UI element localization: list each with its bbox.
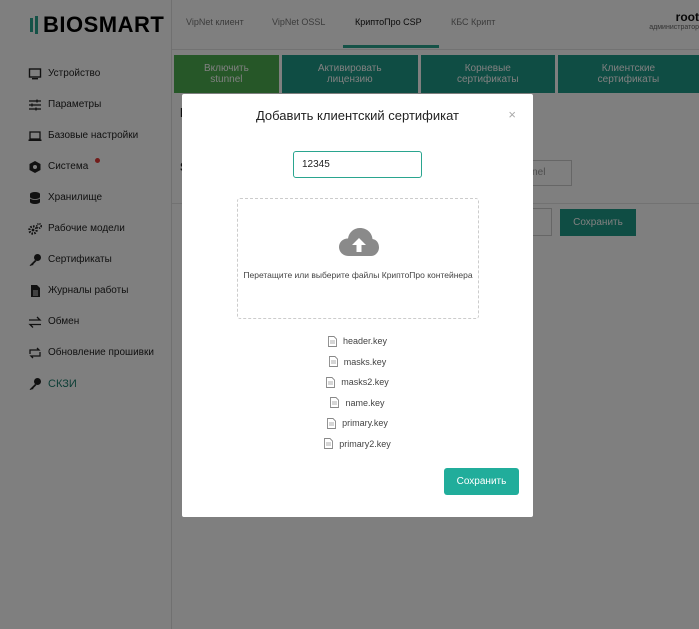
file-name: primary2.key — [339, 438, 391, 449]
file-name: masks.key — [343, 356, 387, 367]
file-icon — [328, 356, 338, 368]
dropzone-text: Перетащите или выберите файлы КриптоПро … — [243, 270, 473, 280]
file-item: header.key — [182, 331, 533, 352]
file-item: masks2.key — [182, 372, 533, 393]
file-item: masks.key — [182, 352, 533, 373]
file-name: name.key — [345, 397, 385, 408]
file-icon — [330, 397, 340, 409]
file-name: primary.key — [342, 418, 388, 429]
modal-title: Добавить клиентский сертификат — [255, 108, 459, 123]
file-icon — [324, 438, 334, 450]
file-icon — [328, 335, 337, 347]
add-client-certificate-modal: Добавить клиентский сертификат × Перетащ… — [182, 94, 533, 517]
container-name-input[interactable] — [293, 151, 422, 178]
save-button[interactable]: Сохранить — [444, 468, 519, 495]
file-dropzone[interactable]: Перетащите или выберите файлы КриптоПро … — [237, 198, 479, 319]
file-icon — [327, 417, 337, 429]
cloud-upload-icon — [338, 226, 380, 258]
file-item: primary2.key — [182, 434, 533, 455]
file-name: masks2.key — [341, 377, 389, 388]
file-item: primary.key — [182, 413, 533, 434]
file-icon — [326, 376, 336, 388]
file-list: header.key masks.key masks2.key name.key… — [182, 331, 533, 454]
file-name: header.key — [342, 336, 388, 347]
close-icon[interactable]: × — [508, 107, 516, 122]
file-item: name.key — [182, 393, 533, 414]
